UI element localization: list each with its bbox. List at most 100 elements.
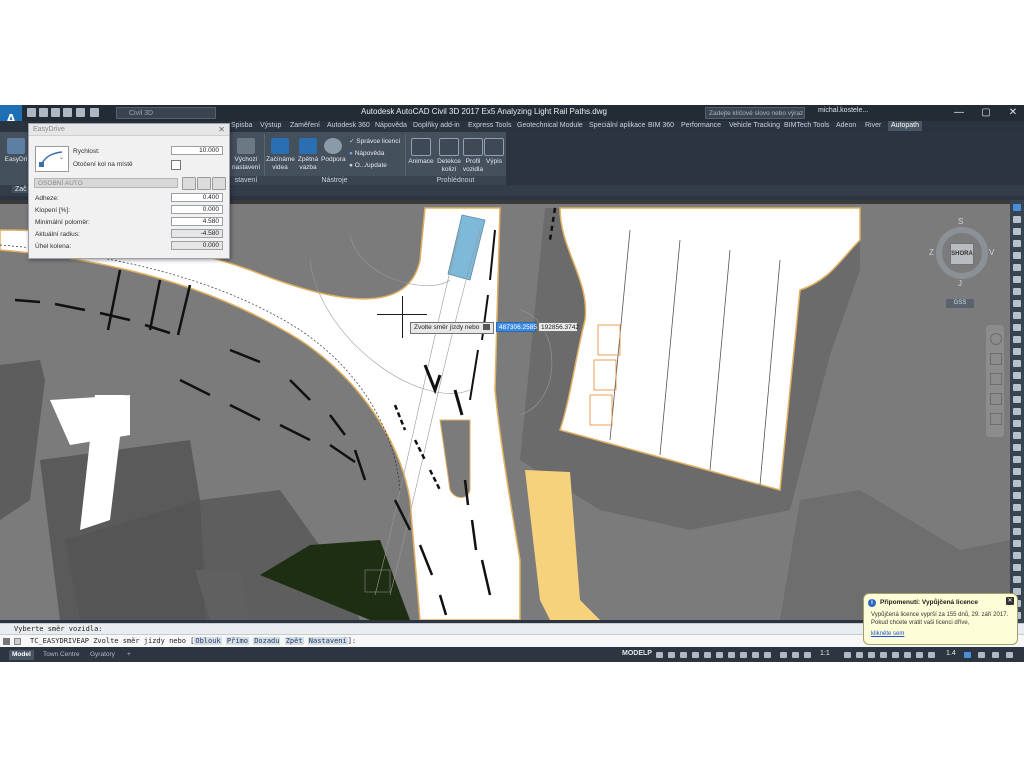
- palette-icon[interactable]: [1013, 324, 1021, 331]
- compass-east[interactable]: V: [989, 248, 994, 257]
- notification-icon[interactable]: [964, 652, 971, 658]
- tab-napoveda[interactable]: Nápověda: [375, 122, 407, 129]
- tab-bim-360[interactable]: BIM 360: [648, 122, 674, 129]
- close-icon[interactable]: ✕: [218, 125, 225, 134]
- zoom-scale[interactable]: 1.4: [946, 650, 956, 657]
- zoom-icon[interactable]: [990, 373, 1002, 385]
- rychlost-input[interactable]: 10.000: [171, 146, 223, 155]
- customization-icon[interactable]: [992, 652, 999, 658]
- ortho-icon[interactable]: [680, 652, 687, 658]
- grid-icon[interactable]: [656, 652, 663, 658]
- dynamic-ucs-icon[interactable]: [780, 652, 787, 658]
- tab-vystup[interactable]: Výstup: [260, 122, 281, 129]
- license-icon[interactable]: [978, 652, 985, 658]
- annotation-scale[interactable]: 1:1: [820, 650, 830, 657]
- zaciname-videa-button[interactable]: Začínáme videa: [266, 138, 295, 172]
- isolate-icon[interactable]: [904, 652, 911, 658]
- tab-performance[interactable]: Performance: [681, 122, 721, 129]
- palette-icon[interactable]: [1013, 528, 1021, 535]
- orbit-icon[interactable]: [990, 393, 1002, 405]
- palette-icon[interactable]: [1013, 492, 1021, 499]
- command-prompt-icon[interactable]: [14, 638, 21, 645]
- easydrive-ribbon-button[interactable]: EasyDri: [4, 138, 28, 164]
- new-icon[interactable]: [27, 108, 36, 117]
- user-name[interactable]: michal.kostele...: [818, 107, 868, 114]
- profil-vozidla-button[interactable]: Profil vozidla: [462, 138, 484, 174]
- palette-icon[interactable]: [1013, 504, 1021, 511]
- palette-icon[interactable]: [1013, 408, 1021, 415]
- tab-zamereni[interactable]: Zaměření: [290, 122, 320, 129]
- maximize-button[interactable]: ▢: [977, 106, 995, 119]
- chevron-down-icon[interactable]: ⌄: [59, 154, 64, 161]
- ucs-menu[interactable]: GSS: [946, 299, 974, 308]
- palette-icon[interactable]: [1013, 564, 1021, 571]
- palette-icon[interactable]: [1013, 552, 1021, 559]
- palette-icon[interactable]: [1013, 444, 1021, 451]
- close-button[interactable]: ✕: [1004, 106, 1022, 119]
- hardware-acceleration-icon[interactable]: [916, 652, 923, 658]
- otoceni-kol-checkbox[interactable]: [171, 160, 181, 170]
- add-layout-button[interactable]: +: [124, 650, 134, 660]
- napoveda-button[interactable]: ● Nápověda: [349, 150, 384, 158]
- navigation-bar[interactable]: [986, 325, 1004, 437]
- option-primo[interactable]: Přímo: [225, 637, 249, 645]
- menu-icon[interactable]: [1006, 652, 1013, 658]
- tab-bimtech-tools[interactable]: BIMTech Tools: [784, 122, 829, 129]
- palette-icon[interactable]: [1013, 480, 1021, 487]
- compass-north[interactable]: S: [958, 217, 963, 226]
- palette-icon[interactable]: [1013, 240, 1021, 247]
- drawing-canvas[interactable]: Zvolte směr jízdy nebo 487306.2585 19285…: [0, 200, 1010, 620]
- undo-icon[interactable]: [76, 108, 85, 117]
- 3d-osnap-icon[interactable]: [764, 652, 771, 658]
- refresh-icon[interactable]: [212, 177, 226, 190]
- spravce-licenci-button[interactable]: ✓ Správce licencí: [349, 138, 400, 146]
- palette-icon[interactable]: [1013, 336, 1021, 343]
- option-zpet[interactable]: Zpět: [284, 637, 304, 645]
- units-icon[interactable]: [868, 652, 875, 658]
- snap-icon[interactable]: [668, 652, 675, 658]
- search-input[interactable]: Zadejte klíčové slovo nebo výraz: [705, 107, 805, 119]
- plot-icon[interactable]: [63, 108, 72, 117]
- min-polomer-input[interactable]: 4.580: [171, 217, 223, 226]
- lineweight-icon[interactable]: [728, 652, 735, 658]
- zpetna-vazba-button[interactable]: Zpětná vazba: [296, 138, 320, 172]
- palette-icon[interactable]: [1013, 228, 1021, 235]
- palette-icon[interactable]: [1013, 288, 1021, 295]
- transparency-icon[interactable]: [740, 652, 747, 658]
- layout-tab-model[interactable]: Model: [9, 650, 34, 660]
- save-icon[interactable]: [51, 108, 60, 117]
- workspace-icon[interactable]: [844, 652, 851, 658]
- workspace-dropdown[interactable]: Civil 3D: [116, 107, 216, 119]
- quick-properties-icon[interactable]: [880, 652, 887, 658]
- tab-doplnky[interactable]: Doplňky add-in: [413, 122, 460, 129]
- palette-icon[interactable]: [1013, 348, 1021, 355]
- layout-tab-town-centre[interactable]: Town Centre: [40, 650, 83, 660]
- palette-icon[interactable]: [1013, 384, 1021, 391]
- tab-vehicle-tracking[interactable]: Vehicle Tracking: [729, 122, 780, 129]
- tab-geotechnical[interactable]: Geotechnical Module: [517, 122, 583, 129]
- palette-icon[interactable]: [1013, 576, 1021, 583]
- palette-icon[interactable]: [1013, 216, 1021, 223]
- dynamic-input-y[interactable]: 192856.3742: [538, 322, 579, 332]
- option-nastaveni[interactable]: Nastavení: [307, 637, 348, 645]
- layout-tab-gyratory[interactable]: Gyratory: [87, 650, 118, 660]
- clean-screen-icon[interactable]: [928, 652, 935, 658]
- showmotion-icon[interactable]: [990, 413, 1002, 425]
- palette-icon[interactable]: [1013, 312, 1021, 319]
- palette-icon[interactable]: [1013, 420, 1021, 427]
- viewcube-face[interactable]: SHORA: [950, 243, 974, 265]
- palette-icon[interactable]: [1013, 432, 1021, 439]
- palette-icon[interactable]: [1013, 276, 1021, 283]
- vypis-button[interactable]: Výpis: [484, 138, 504, 166]
- annomonitor-icon[interactable]: [856, 652, 863, 658]
- selection-cycling-icon[interactable]: [752, 652, 759, 658]
- pan-icon[interactable]: [990, 353, 1002, 365]
- redo-icon[interactable]: [90, 108, 99, 117]
- vehicle-type-dropdown[interactable]: OSOBNÍ AUTO: [34, 178, 178, 188]
- tab-river[interactable]: River: [865, 122, 881, 129]
- detekce-kolizi-button[interactable]: Detekce kolizí: [436, 138, 462, 174]
- option-oblouk[interactable]: Oblouk: [194, 637, 222, 645]
- update-button[interactable]: ● O.../update: [349, 162, 387, 170]
- tab-autodesk-360[interactable]: Autodesk 360: [327, 122, 370, 129]
- tab-autopath[interactable]: Autopath: [888, 121, 923, 131]
